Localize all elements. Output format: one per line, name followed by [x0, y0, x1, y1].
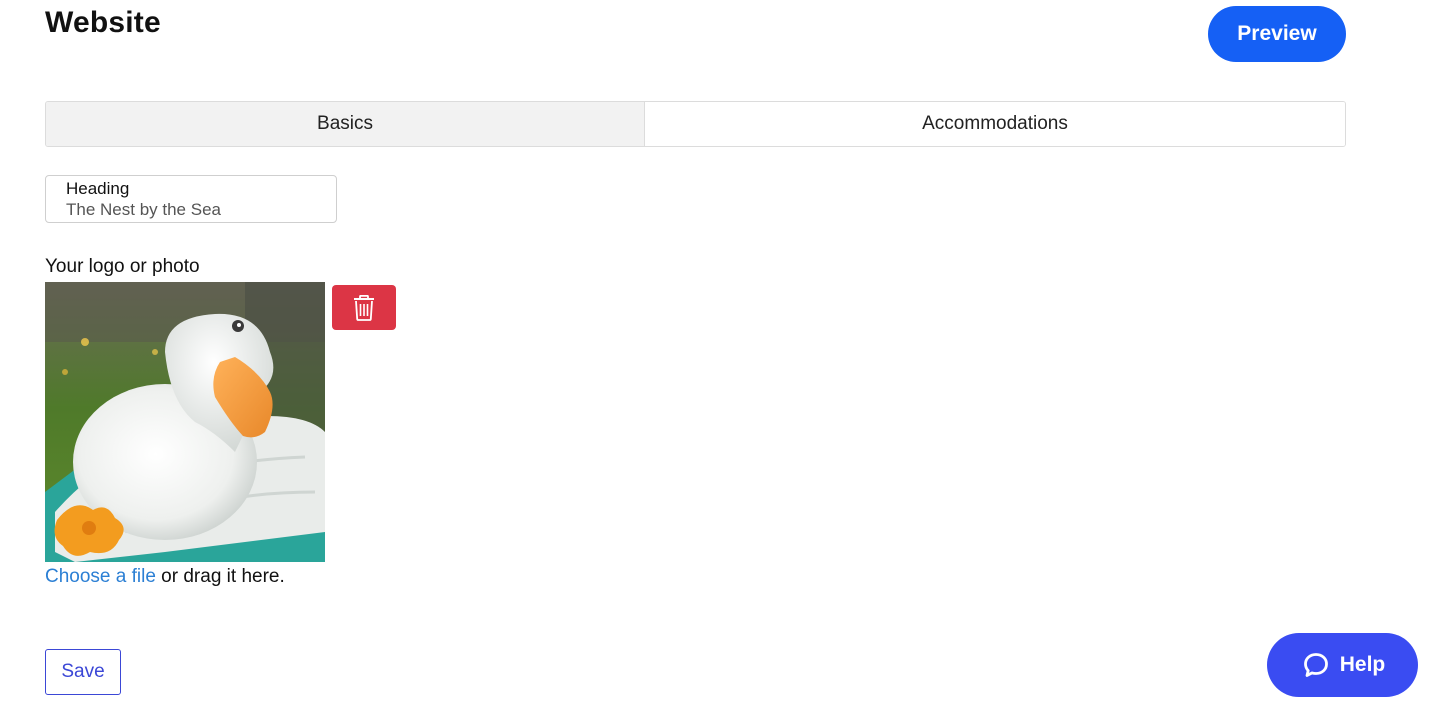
heading-field-label: Heading: [66, 179, 130, 198]
drag-hint-text: or drag it here.: [155, 566, 285, 587]
upload-hint: Choose a file or drag it here.: [45, 566, 285, 588]
tab-bar: Basics Accommodations: [45, 101, 1346, 147]
trash-icon: [354, 294, 374, 321]
tab-accommodations[interactable]: Accommodations: [645, 102, 1345, 146]
tab-basics[interactable]: Basics: [46, 102, 645, 146]
heading-field[interactable]: Heading: [45, 175, 337, 223]
save-button[interactable]: Save: [45, 649, 121, 695]
help-button[interactable]: Help: [1267, 633, 1418, 697]
choose-file-link[interactable]: Choose a file: [45, 566, 156, 587]
website-editor-page: Website Preview Basics Accommodations He…: [0, 0, 1431, 710]
chat-bubble-icon: [1303, 653, 1328, 677]
heading-input[interactable]: [66, 200, 326, 220]
logo-label: Your logo or photo: [45, 256, 200, 277]
delete-photo-button[interactable]: [332, 285, 396, 330]
page-title: Website: [45, 6, 161, 39]
logo-photo: [45, 282, 325, 562]
preview-button[interactable]: Preview: [1208, 6, 1346, 62]
help-label: Help: [1339, 653, 1386, 676]
